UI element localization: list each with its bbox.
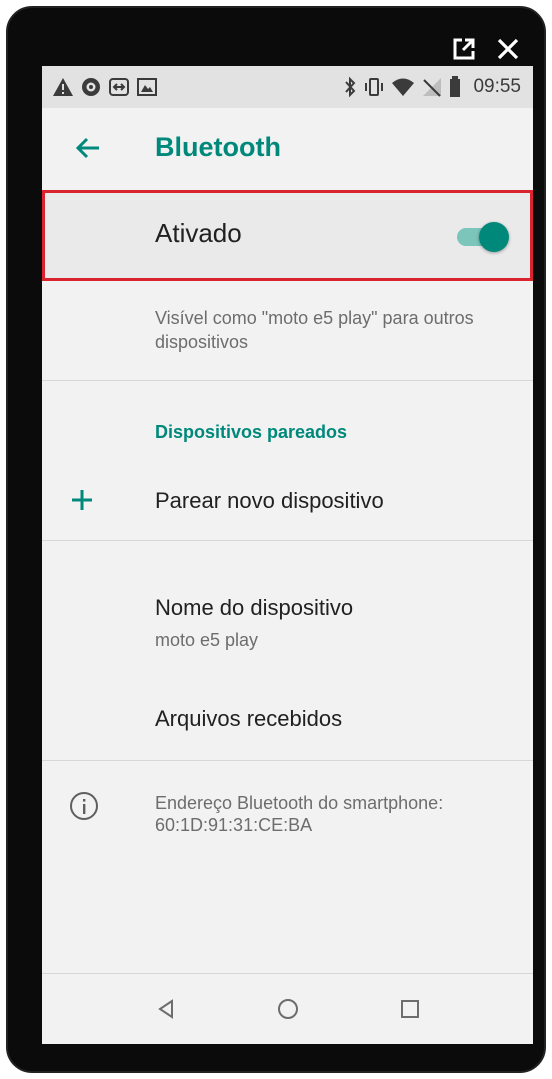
- received-files-item[interactable]: Arquivos recebidos: [42, 684, 533, 748]
- phone-screen: 09:55 Bluetooth Ativado Visível como "mo…: [42, 66, 533, 1044]
- phone-frame: 09:55 Bluetooth Ativado Visível como "mo…: [6, 6, 546, 1073]
- pair-new-device-label: Parear novo dispositivo: [155, 488, 384, 513]
- bluetooth-switch[interactable]: [453, 220, 509, 252]
- eye-icon: [82, 78, 100, 96]
- vibrate-icon: [365, 78, 384, 96]
- close-icon[interactable]: [494, 35, 522, 63]
- visibility-description: Visível como "moto e5 play" para outros …: [155, 308, 474, 352]
- warning-icon: [53, 78, 73, 96]
- recents-square-icon[interactable]: [392, 991, 428, 1027]
- back-triangle-icon[interactable]: [148, 991, 184, 1027]
- navigation-bar: [42, 973, 533, 1044]
- bluetooth-toggle-row[interactable]: Ativado: [42, 190, 533, 281]
- battery-icon: [450, 76, 461, 97]
- bluetooth-icon: [345, 76, 356, 98]
- bluetooth-address-info: Endereço Bluetooth do smartphone: 60:1D:…: [42, 782, 533, 852]
- arrow-left-icon: [75, 137, 99, 159]
- divider: [42, 540, 533, 541]
- device-name-title: Nome do dispositivo: [155, 595, 354, 620]
- toggle-label: Ativado: [155, 218, 242, 248]
- plus-icon: [64, 482, 100, 518]
- paired-devices-heading: Dispositivos pareados: [155, 422, 348, 442]
- divider: [42, 380, 533, 381]
- window-controls: [450, 32, 522, 66]
- address-value: 60:1D:91:31:CE:BA: [155, 815, 313, 835]
- device-name-value: moto e5 play: [155, 630, 259, 650]
- address-text: Endereço Bluetooth do smartphone: 60:1D:…: [155, 792, 515, 836]
- home-circle-icon[interactable]: [270, 991, 306, 1027]
- received-files-label: Arquivos recebidos: [155, 706, 343, 731]
- external-link-icon[interactable]: [450, 35, 478, 63]
- gallery-icon: [137, 78, 157, 96]
- status-bar: 09:55: [42, 66, 533, 108]
- status-time: 09:55: [473, 76, 521, 97]
- back-button[interactable]: [68, 128, 108, 168]
- divider: [42, 760, 533, 761]
- pair-new-device-item[interactable]: Parear novo dispositivo: [42, 464, 533, 538]
- page-title: Bluetooth: [155, 132, 281, 162]
- app-bar: Bluetooth: [42, 108, 533, 192]
- cast-icon: [109, 78, 129, 96]
- wifi-icon: [392, 78, 415, 96]
- address-label: Endereço Bluetooth do smartphone:: [155, 793, 444, 813]
- switch-thumb: [479, 222, 509, 252]
- device-name-item[interactable]: Nome do dispositivo moto e5 play: [42, 586, 533, 666]
- no-signal-icon: [423, 78, 442, 97]
- info-icon: [68, 790, 100, 822]
